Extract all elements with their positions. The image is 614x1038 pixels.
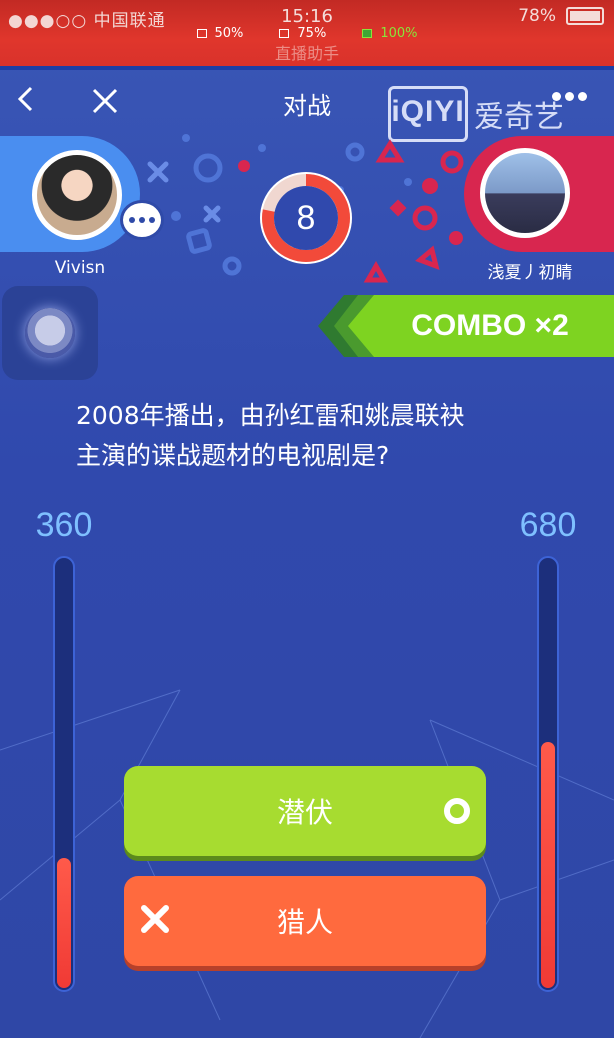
status-bar: ●●●○○ 中国联通 15:16 78% 直播助手 50% 75% 100%: [0, 0, 614, 66]
right-player-avatar[interactable]: [480, 148, 570, 238]
question-line-2: 主演的谍战题材的电视剧是?: [76, 441, 390, 470]
faded-app-title: 直播助手: [274, 44, 339, 63]
right-score-fill: [541, 741, 555, 988]
more-options-icon[interactable]: [552, 92, 587, 101]
battery-icon: [566, 7, 604, 25]
answer-a-label: 潜伏: [276, 796, 333, 829]
right-score: 680: [519, 506, 577, 544]
status-right: 78%: [518, 6, 604, 26]
zoom-selector: 50% 75% 100%: [0, 26, 614, 41]
right-score-track: [537, 556, 559, 992]
zoom-box-icon: [196, 29, 207, 38]
chat-bubble-icon[interactable]: [120, 200, 164, 240]
zoom-option-100[interactable]: 100%: [362, 26, 417, 41]
answer-option-b[interactable]: 猎人: [124, 876, 486, 966]
floating-assistant-button[interactable]: [2, 286, 98, 380]
left-player-name: Vivisn: [54, 258, 106, 278]
circle-icon: [444, 798, 470, 824]
countdown-value: 8: [296, 199, 316, 237]
orb-icon: [25, 308, 75, 358]
combo-label: COMBO ×2: [411, 309, 569, 342]
zoom-box-icon: [362, 29, 373, 38]
left-score-track: [53, 556, 75, 992]
iqiyi-watermark-logo: iQIYI 爱奇艺: [388, 86, 564, 142]
battery-percent: 78%: [518, 6, 556, 26]
left-score-fill: [57, 858, 71, 988]
zoom-box-icon: [279, 29, 290, 38]
right-player-name: 浅夏丿初睛: [487, 263, 573, 283]
cross-icon: [141, 905, 169, 933]
question-line-1: 2008年播出，由孙红雷和姚晨联袂: [76, 401, 465, 430]
header-divider: [0, 66, 614, 70]
question-text: 2008年播出，由孙红雷和姚晨联袂 主演的谍战题材的电视剧是?: [76, 396, 556, 476]
logo-text: 爱奇艺: [474, 100, 564, 135]
zoom-option-50[interactable]: 50%: [196, 26, 243, 41]
answer-b-label: 猎人: [276, 906, 333, 939]
left-score: 360: [35, 506, 93, 544]
answer-option-a[interactable]: 潜伏: [124, 766, 486, 856]
zoom-option-75[interactable]: 75%: [279, 26, 326, 41]
logo-box: iQIYI: [388, 86, 468, 142]
battle-screen: ●●●○○ 中国联通 15:16 78% 直播助手 50% 75% 100% 对…: [0, 0, 614, 1038]
left-player-avatar[interactable]: [32, 150, 122, 240]
